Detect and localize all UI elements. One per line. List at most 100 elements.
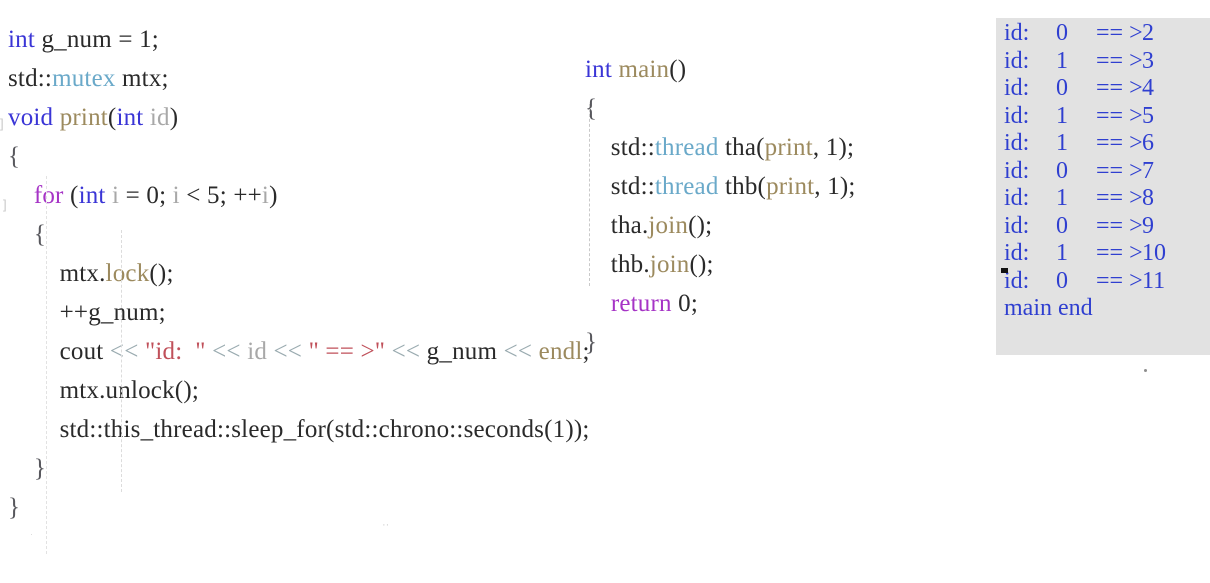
margin-fold-artifact: ] [3,197,7,212]
code-token: print [764,134,813,161]
console-output-line: id: 1 == >5 [1004,103,1166,131]
code-token: unlock [105,377,175,404]
console-arrow: == > [1096,102,1143,129]
code-token: ++g_num; [8,299,166,326]
code-token: print [59,104,108,131]
code-token: mutex [52,65,116,92]
console-thread-id: 0 [1056,75,1068,101]
console-thread-id: 0 [1056,157,1068,184]
console-thread-id: 0 [1056,267,1068,294]
code-token: mtx. [8,377,106,404]
left-code-block[interactable]: int g_num = 1; std::mutex mtx; void print(… [8,20,590,527]
console-thread-id: 1 [1056,47,1068,74]
console-id-label: id: [1004,185,1030,211]
main-function-code-block[interactable]: int main(){ std::thread tha(print, 1); s… [585,50,856,362]
page-speck-artifact: ·· [382,519,390,531]
text-caret [1001,268,1008,273]
console-thread-id: 0 [1056,212,1068,239]
console-id-label: id: [1004,130,1030,156]
code-token: thread [654,134,719,161]
code-line: return 0; [585,284,856,323]
code-token: { [33,221,47,248]
console-arrow: == > [1096,267,1143,294]
code-token: cout [8,338,110,365]
console-arrow: == > [1096,212,1143,239]
code-token: < 5; ++ [179,182,262,209]
code-token: id [149,104,170,131]
console-id-label: id: [1004,267,1030,294]
code-line: void print(int id) [8,98,590,137]
console-counter-value: 9 [1142,212,1154,239]
console-id-label: id: [1004,212,1030,239]
code-token: (); [149,260,174,287]
code-token: id [247,338,268,365]
code-line: } [8,488,590,527]
console-output-panel[interactable]: id: 0 == >2 id: 1 == >3 id: 0 == >4 id: 1 == >5 id: 1… [996,18,1210,355]
code-token: endl [538,338,583,365]
console-output-line: id: 1 == >3 [1004,48,1166,76]
code-line: std::thread thb(print, 1); [585,167,856,206]
code-token: i [261,182,270,209]
code-token: () [669,56,687,83]
code-token: (); [689,251,714,278]
code-token: , 1); [812,134,855,161]
code-token: << [391,338,421,365]
console-arrow: == > [1096,157,1143,184]
code-token: g_num [420,338,504,365]
code-token: << [212,338,241,365]
console-id-label: id: [1004,240,1030,266]
indent-guide-line [589,104,590,286]
console-output-line: id: 0 == >7 [1004,158,1166,186]
console-thread-id: 1 [1056,185,1068,211]
code-line: tha.join(); [585,206,856,245]
code-token: { [8,143,21,170]
code-token: { [585,95,598,122]
code-token: std:: [585,173,655,200]
console-output-line: id: 0 == >2 [1004,20,1166,48]
console-output-line: id: 1 == >8 [1004,185,1166,213]
console-id-label: id: [1004,47,1030,74]
code-line: mtx.lock(); [8,254,590,293]
console-thread-id: 1 [1056,130,1068,156]
code-line: { [8,137,590,176]
code-token: mtx; [115,65,169,92]
console-thread-id: 0 [1056,20,1068,46]
code-token: ) [269,182,278,209]
code-token: << [273,338,303,365]
code-token: ( [63,182,79,209]
console-thread-id: 1 [1056,102,1068,129]
code-token: } [33,455,47,482]
console-message: main end [1004,295,1093,321]
code-token: return [610,290,672,317]
code-line: std::mutex mtx; [8,59,590,98]
code-token: g_num = 1; [35,26,159,53]
code-token: thb( [718,173,767,200]
code-line: int main() [585,50,856,89]
code-token: = 0; [119,182,173,209]
code-token: } [585,329,598,356]
code-token: } [8,494,21,521]
console-counter-value: 3 [1142,47,1154,74]
code-token: void [8,104,54,131]
code-token: thread [654,173,719,200]
code-token: << [109,338,139,365]
code-line: mtx.unlock(); [8,371,590,410]
console-counter-value: 6 [1142,130,1154,156]
console-arrow: == > [1096,20,1143,46]
code-token: int [78,182,106,209]
code-token: tha. [585,212,649,239]
code-token: i [172,182,180,209]
code-token: join [649,251,690,278]
code-token: (); [688,212,713,239]
margin-fold-artifact: ] [0,116,4,131]
code-token: int [8,26,35,53]
code-token: " == >" [308,338,386,365]
code-line: std::this_thread::sleep_for(std::chrono:… [8,410,590,449]
console-arrow: == > [1096,240,1143,266]
console-counter-value: 10 [1142,240,1166,266]
console-arrow: == > [1096,47,1143,74]
code-line: for (int i = 0; i < 5; ++i) [8,176,590,215]
